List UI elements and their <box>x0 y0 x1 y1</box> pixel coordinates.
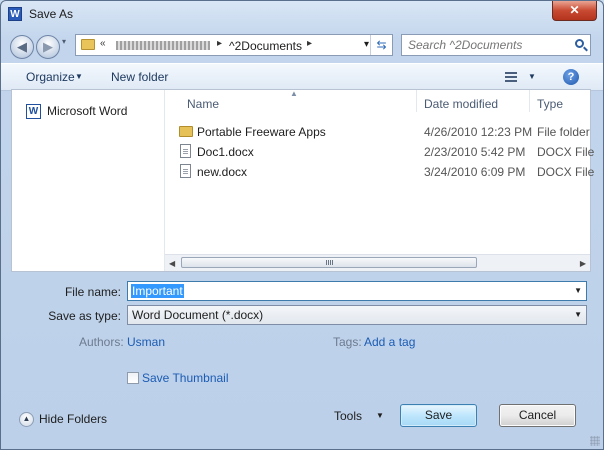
file-name-field[interactable]: Important ▼ <box>127 281 587 301</box>
hide-folders-button[interactable]: Hide Folders <box>39 412 107 426</box>
tags-label: Tags: <box>333 335 362 349</box>
word-app-icon: W <box>8 7 22 21</box>
recent-locations-dropdown[interactable]: ▾ <box>62 37 66 46</box>
tags-value[interactable]: Add a tag <box>364 335 415 349</box>
folder-icon <box>81 39 95 50</box>
back-button[interactable]: ◀ <box>10 35 34 59</box>
file-name: Doc1.docx <box>197 145 254 159</box>
breadcrumb-current-folder[interactable]: ^2Documents <box>229 39 302 53</box>
file-type: DOCX File <box>537 165 595 179</box>
document-icon <box>180 144 191 158</box>
word-icon: W <box>26 104 41 119</box>
sort-ascending-icon: ▲ <box>290 89 298 98</box>
chevron-down-icon[interactable]: ▼ <box>574 310 582 319</box>
save-button[interactable]: Save <box>400 404 477 427</box>
chevron-down-icon[interactable]: ▼ <box>75 72 83 81</box>
search-box[interactable] <box>401 34 591 56</box>
window-title: Save As <box>29 7 74 21</box>
file-date: 4/26/2010 12:23 PM <box>424 125 533 139</box>
column-header-date-modified[interactable]: Date modified <box>424 97 498 111</box>
save-as-type-label: Save as type: <box>48 309 121 323</box>
search-input[interactable] <box>408 38 568 52</box>
refresh-icon[interactable]: ⇆ <box>370 35 392 55</box>
list-item[interactable]: Doc1.docx 2/23/2010 5:42 PM DOCX File <box>177 143 594 161</box>
horizontal-scrollbar[interactable]: ◀ ▶ <box>165 254 590 271</box>
chevron-down-icon[interactable]: ▼ <box>376 411 384 420</box>
chevron-down-icon[interactable]: ▼ <box>574 286 582 295</box>
folder-icon <box>179 126 193 137</box>
save-as-type-value: Word Document (*.docx) <box>132 308 264 322</box>
forward-button[interactable]: ▶ <box>36 35 60 59</box>
list-item[interactable]: Portable Freeware Apps 4/26/2010 12:23 P… <box>177 123 590 141</box>
new-folder-button[interactable]: New folder <box>111 70 168 84</box>
file-browser: W Microsoft Word ▲ Name Date modified Ty… <box>11 89 594 272</box>
cancel-button[interactable]: Cancel <box>499 404 576 427</box>
breadcrumb-separator[interactable]: ▸ <box>307 38 312 49</box>
file-list: ▲ Name Date modified Type Portable Freew… <box>165 89 594 271</box>
file-type: File folder <box>537 125 590 139</box>
file-name-value[interactable]: Important <box>131 284 184 298</box>
list-item[interactable]: new.docx 3/24/2010 6:09 PM DOCX File <box>177 163 594 181</box>
column-header-type[interactable]: Type <box>537 97 563 111</box>
save-as-dialog: W Save As ✕ ◀ ▶ ▾ « ▸ ^2Documents ▸ ▾ ⇆ … <box>0 0 604 450</box>
redacted-path-segment[interactable] <box>116 41 210 50</box>
authors-value[interactable]: Usman <box>127 335 165 349</box>
column-divider[interactable] <box>529 90 530 112</box>
breadcrumb-overflow[interactable]: « <box>100 38 106 49</box>
chevron-up-icon[interactable]: ▲ <box>19 412 34 427</box>
file-name-label: File name: <box>64 285 121 299</box>
save-details: File name: Important ▼ Save as type: Wor… <box>1 272 603 402</box>
scroll-left-icon[interactable]: ◀ <box>169 259 175 268</box>
authors-label: Authors: <box>79 335 124 349</box>
breadcrumb-separator[interactable]: ▸ <box>217 38 222 49</box>
command-bar: Organize ▼ New folder ▼ ? <box>1 63 603 91</box>
help-icon[interactable]: ? <box>563 69 579 85</box>
file-date: 3/24/2010 6:09 PM <box>424 165 526 179</box>
address-dropdown[interactable]: ▾ <box>364 39 369 50</box>
nav-item-microsoft-word[interactable]: Microsoft Word <box>47 104 127 118</box>
file-name: new.docx <box>197 165 248 179</box>
tools-button[interactable]: Tools <box>334 409 362 423</box>
title-bar[interactable]: W Save As ✕ <box>1 1 603 27</box>
save-thumbnail-checkbox[interactable] <box>127 372 139 384</box>
document-icon <box>180 164 191 178</box>
organize-button[interactable]: Organize <box>26 70 75 84</box>
resize-grip-icon[interactable] <box>590 436 600 446</box>
file-name: Portable Freeware Apps <box>197 125 326 139</box>
scroll-right-icon[interactable]: ▶ <box>580 259 586 268</box>
column-divider[interactable] <box>416 90 417 112</box>
view-options-icon[interactable] <box>505 72 517 82</box>
save-as-type-select[interactable]: Word Document (*.docx) ▼ <box>127 305 587 325</box>
grip-icon <box>326 260 333 265</box>
column-header-name[interactable]: Name <box>187 97 219 111</box>
navigation-pane: W Microsoft Word <box>12 90 165 271</box>
scrollbar-thumb[interactable] <box>181 257 477 268</box>
chevron-down-icon[interactable]: ▼ <box>528 72 536 81</box>
close-button[interactable]: ✕ <box>552 1 597 21</box>
file-type: DOCX File <box>537 145 595 159</box>
file-date: 2/23/2010 5:42 PM <box>424 145 526 159</box>
address-bar[interactable]: « ▸ ^2Documents ▸ ▾ ⇆ <box>75 34 393 56</box>
search-icon[interactable] <box>575 39 584 48</box>
save-thumbnail-label[interactable]: Save Thumbnail <box>142 371 229 385</box>
